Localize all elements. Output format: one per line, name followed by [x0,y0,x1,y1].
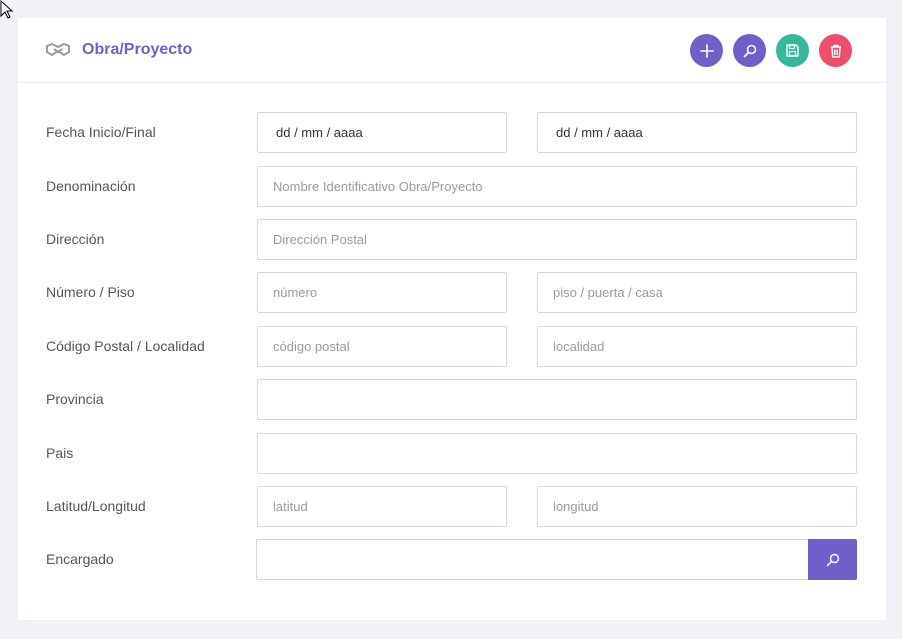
provincia-label: Provincia [46,391,104,407]
longitud-input[interactable] [537,486,857,527]
save-button[interactable] [776,34,809,67]
search-icon [826,553,839,566]
row-direccion: Dirección [18,219,886,260]
codigo-postal-input[interactable] [257,326,507,367]
handshake-icon [46,43,70,56]
row-encargado: Encargado [18,539,886,580]
fecha-final-input[interactable]: dd / mm / aaaa [537,112,857,153]
save-icon [786,44,799,57]
encargado-select[interactable] [256,539,857,580]
localidad-input[interactable] [537,326,857,367]
encargado-label: Encargado [46,551,114,567]
delete-button[interactable] [819,34,852,67]
pais-input[interactable] [257,433,857,474]
row-pais: Pais [18,433,886,474]
trash-icon [830,44,841,58]
encargado-search-button[interactable] [808,539,857,580]
add-button[interactable] [690,34,723,67]
denominacion-label: Denominación [46,178,136,194]
pais-label: Pais [46,445,74,461]
cp-localidad-label: Código Postal / Localidad [46,338,205,354]
denominacion-input[interactable] [257,166,857,207]
lat-long-label: Latitud/Longitud [46,498,146,514]
provincia-input[interactable] [257,379,857,420]
row-fecha: Fecha Inicio/Final dd / mm / aaaa dd / m… [18,112,886,153]
piso-input[interactable] [537,272,857,313]
row-numero-piso: Número / Piso [18,272,886,313]
direccion-input[interactable] [257,219,857,260]
project-form-card: Obra/Proyecto Fecha Inicio/Final dd / mm… [18,18,886,620]
row-denominacion: Denominación [18,166,886,207]
numero-input[interactable] [257,272,507,313]
numero-piso-label: Número / Piso [46,284,135,300]
row-lat-long: Latitud/Longitud [18,486,886,527]
fecha-inicio-input[interactable]: dd / mm / aaaa [257,112,507,153]
header-actions [690,34,852,67]
plus-icon [699,43,714,58]
fecha-label: Fecha Inicio/Final [46,124,156,140]
mouse-cursor-icon [0,0,14,19]
direccion-label: Dirección [46,231,105,247]
latitud-input[interactable] [257,486,507,527]
row-cp-localidad: Código Postal / Localidad [18,326,886,367]
page-title: Obra/Proyecto [82,41,193,58]
search-button[interactable] [733,34,766,67]
row-provincia: Provincia [18,379,886,420]
search-icon [743,44,756,57]
card-header: Obra/Proyecto [18,18,886,83]
